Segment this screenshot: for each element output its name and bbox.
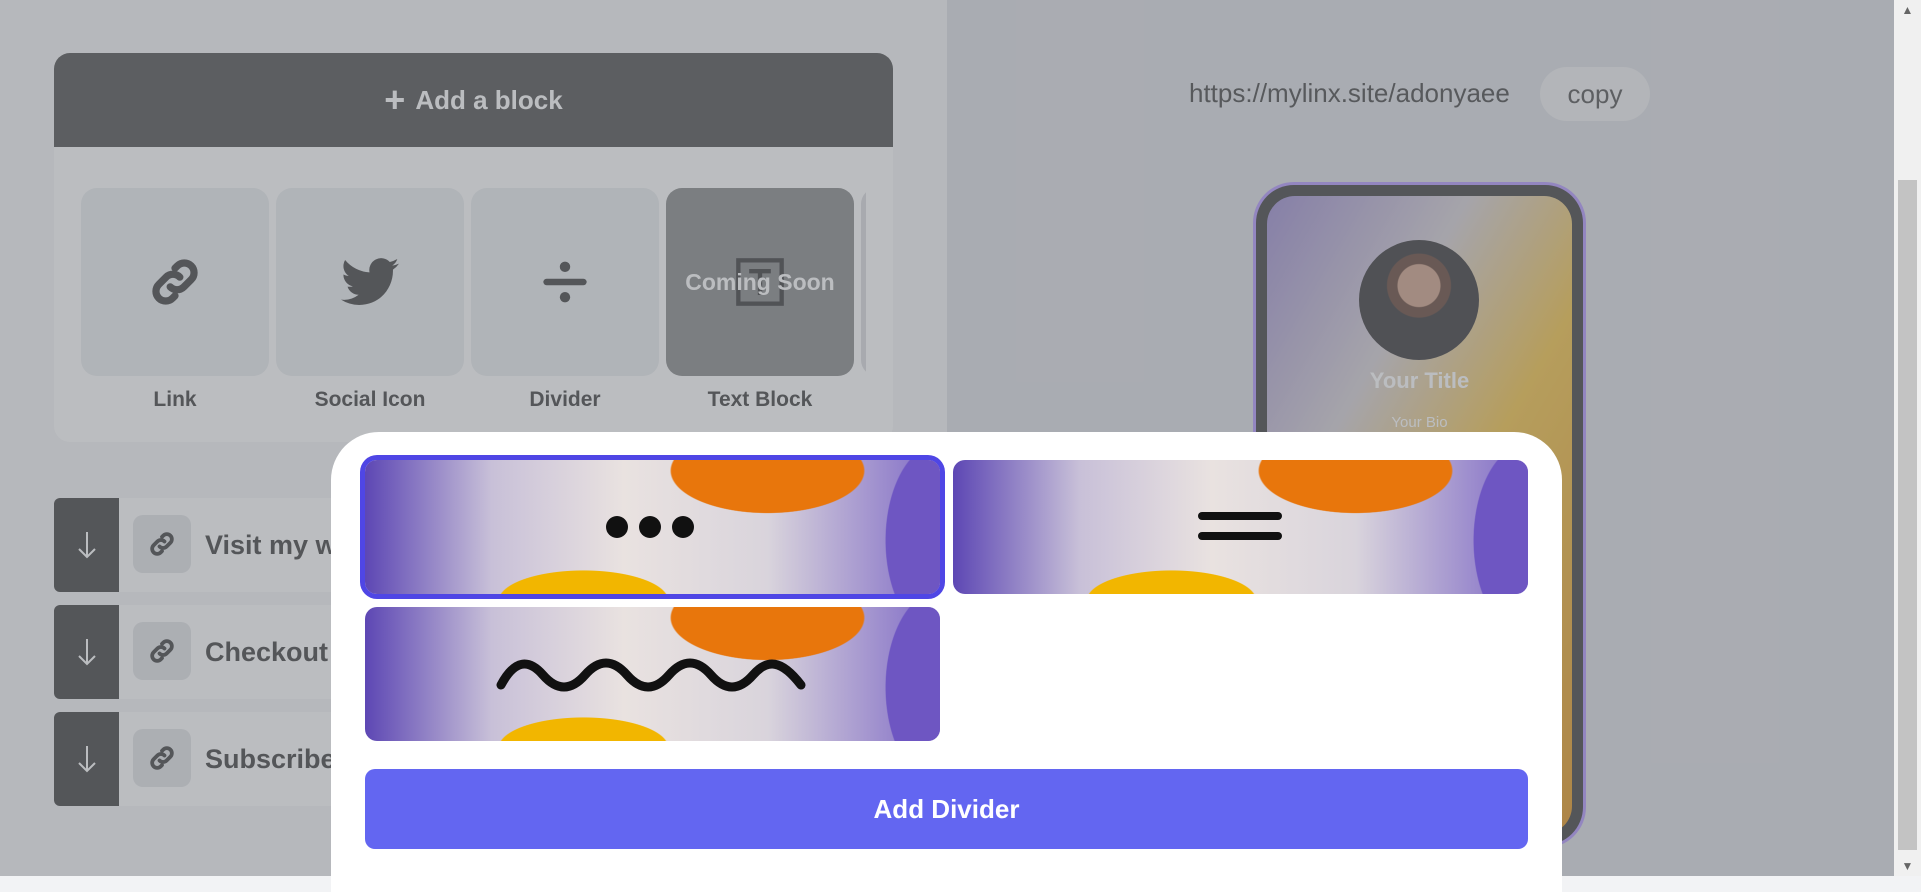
double-line-divider-icon xyxy=(1198,512,1282,540)
divider-option-wave[interactable] xyxy=(365,607,940,741)
dots-divider-icon xyxy=(606,516,694,538)
add-divider-button[interactable]: Add Divider xyxy=(365,769,1528,849)
scroll-up-icon[interactable]: ▲ xyxy=(1894,0,1921,20)
divider-option-dots[interactable] xyxy=(365,460,940,594)
page-scrollbar[interactable]: ▲ ▼ xyxy=(1894,0,1921,876)
divider-option-double-line[interactable] xyxy=(953,460,1528,594)
scroll-thumb[interactable] xyxy=(1898,180,1917,850)
wave-divider-icon xyxy=(496,658,806,692)
scroll-down-icon[interactable]: ▼ xyxy=(1894,856,1921,876)
